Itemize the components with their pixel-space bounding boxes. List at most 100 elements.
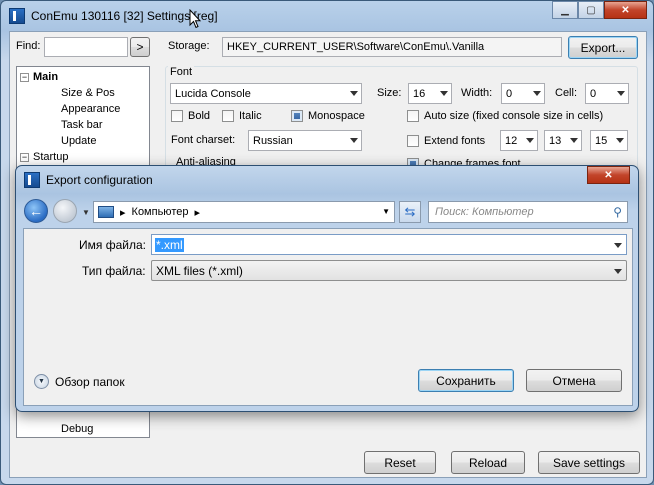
find-next-button[interactable]: > (130, 37, 150, 57)
search-placeholder: Поиск: Компьютер (435, 206, 534, 218)
maximize-button[interactable]: ▢ (578, 1, 604, 19)
filetype-select[interactable]: XML files (*.xml) (151, 260, 627, 281)
chevron-down-icon (617, 91, 625, 96)
size-label: Size: (377, 87, 402, 99)
auto-size-checkbox[interactable]: Auto size (fixed console size in cells) (407, 110, 603, 122)
font-size-select[interactable]: 16 (408, 83, 452, 104)
checkbox-box (407, 135, 419, 147)
browse-folders-toggle[interactable]: ▼ Обзор папок (34, 374, 125, 389)
italic-checkbox[interactable]: Italic (222, 110, 262, 122)
extend-fonts-checkbox[interactable]: Extend fonts (407, 135, 485, 147)
search-input[interactable]: Поиск: Компьютер ⚲ (428, 201, 628, 223)
extend-font-1-select[interactable]: 12 (500, 130, 538, 151)
monospace-checkbox[interactable]: Monospace (291, 110, 365, 122)
dialog-close-button[interactable]: ✕ (587, 166, 630, 184)
chevron-down-icon (570, 138, 578, 143)
address-bar[interactable]: ▸ Компьютер ▸ ▼ (93, 201, 395, 223)
forward-button[interactable] (53, 199, 77, 223)
tree-item-label: Debug (61, 423, 94, 435)
tree-item-label: Startup (33, 151, 69, 163)
font-width-value: 0 (506, 87, 513, 100)
dialog-client: Имя файла: *.xml Тип файла: XML files (*… (23, 228, 633, 406)
filename-input[interactable]: *.xml (151, 234, 627, 255)
charset-label: Font charset: (171, 134, 236, 146)
font-face-select[interactable]: Lucida Console (170, 83, 362, 104)
tree-item-label: Main (33, 71, 59, 83)
filetype-value: XML files (*.xml) (156, 263, 243, 278)
collapse-icon[interactable]: − (20, 152, 29, 162)
refresh-button[interactable]: ⇆ (399, 201, 421, 223)
cancel-button[interactable]: Отмена (526, 369, 622, 392)
address-dropdown-icon[interactable]: ▼ (382, 207, 390, 216)
chevron-down-icon[interactable] (614, 243, 622, 248)
italic-label: Italic (239, 110, 262, 122)
conemu-app-icon (24, 172, 40, 188)
reset-button[interactable]: Reset (364, 451, 436, 474)
close-button[interactable]: ✕ (604, 1, 647, 19)
tree-item-task-bar[interactable]: Task bar (61, 119, 103, 131)
tree-item-debug[interactable]: Debug (61, 423, 93, 435)
chevron-down-icon (526, 138, 534, 143)
extend-font-3-value: 15 (595, 134, 608, 147)
tree-item-appearance[interactable]: Appearance (61, 103, 120, 115)
reload-button[interactable]: Reload (451, 451, 525, 474)
chevron-down-icon (616, 138, 624, 143)
chevron-down-icon (533, 91, 541, 96)
chevron-down-icon (350, 91, 358, 96)
extend-fonts-label: Extend fonts (424, 135, 486, 147)
history-dropdown-icon[interactable]: ▼ (82, 208, 90, 217)
find-label: Find: (16, 40, 41, 52)
tree-item-label: Task bar (61, 119, 103, 131)
font-face-value: Lucida Console (175, 87, 251, 100)
filename-value: *.xml (155, 237, 184, 252)
find-input[interactable] (44, 37, 128, 57)
breadcrumb-computer[interactable]: Компьютер (132, 206, 189, 218)
tree-item-startup[interactable]: − Startup (20, 151, 68, 163)
save-button[interactable]: Сохранить (418, 369, 514, 392)
font-group-title: Font (168, 66, 195, 78)
filetype-label: Тип файла: (82, 264, 146, 278)
computer-icon (98, 206, 114, 218)
extend-font-2-select[interactable]: 13 (544, 130, 582, 151)
search-icon[interactable]: ⚲ (613, 205, 622, 219)
dialog-title: Export configuration (46, 173, 153, 187)
minimize-button[interactable]: ▁ (552, 1, 578, 19)
extend-font-3-select[interactable]: 15 (590, 130, 628, 151)
cell-select[interactable]: 0 (585, 83, 629, 104)
font-width-select[interactable]: 0 (501, 83, 545, 104)
tree-item-main[interactable]: − Main (20, 71, 58, 83)
extend-font-1-value: 12 (505, 134, 518, 147)
font-size-value: 16 (413, 87, 426, 100)
save-settings-button[interactable]: Save settings (538, 451, 640, 474)
browse-folders-label: Обзор папок (55, 374, 125, 389)
checkbox-box (407, 110, 419, 122)
checkbox-box (291, 110, 303, 122)
breadcrumb-separator-icon: ▸ (120, 206, 126, 219)
checkbox-box (171, 110, 183, 122)
export-button[interactable]: Export... (568, 36, 638, 59)
tree-item-label: Update (61, 135, 97, 147)
cell-value: 0 (590, 87, 597, 100)
chevron-down-icon (350, 138, 358, 143)
export-dialog: Export configuration ✕ ← ▼ ▸ Компьютер ▸… (15, 165, 639, 412)
charset-value: Russian (253, 134, 293, 147)
extend-font-2-value: 13 (549, 134, 562, 147)
bold-checkbox[interactable]: Bold (171, 110, 210, 122)
tree-item-label: Size & Pos (61, 87, 115, 99)
auto-size-label: Auto size (fixed console size in cells) (424, 110, 604, 122)
collapse-icon[interactable]: − (20, 72, 29, 82)
cell-label: Cell: (555, 87, 578, 99)
back-button[interactable]: ← (24, 199, 48, 223)
storage-label: Storage: (168, 40, 210, 52)
expand-circle-icon: ▼ (34, 374, 49, 389)
tree-item-size-pos[interactable]: Size & Pos (61, 87, 115, 99)
chevron-down-icon (614, 269, 622, 274)
charset-select[interactable]: Russian (248, 130, 362, 151)
checkbox-box (222, 110, 234, 122)
dialog-title-bar: Export configuration (24, 172, 153, 188)
bold-label: Bold (188, 110, 211, 122)
filename-label: Имя файла: (79, 238, 146, 252)
tree-item-update[interactable]: Update (61, 135, 96, 147)
chevron-down-icon (440, 91, 448, 96)
mouse-cursor-icon (189, 9, 202, 29)
